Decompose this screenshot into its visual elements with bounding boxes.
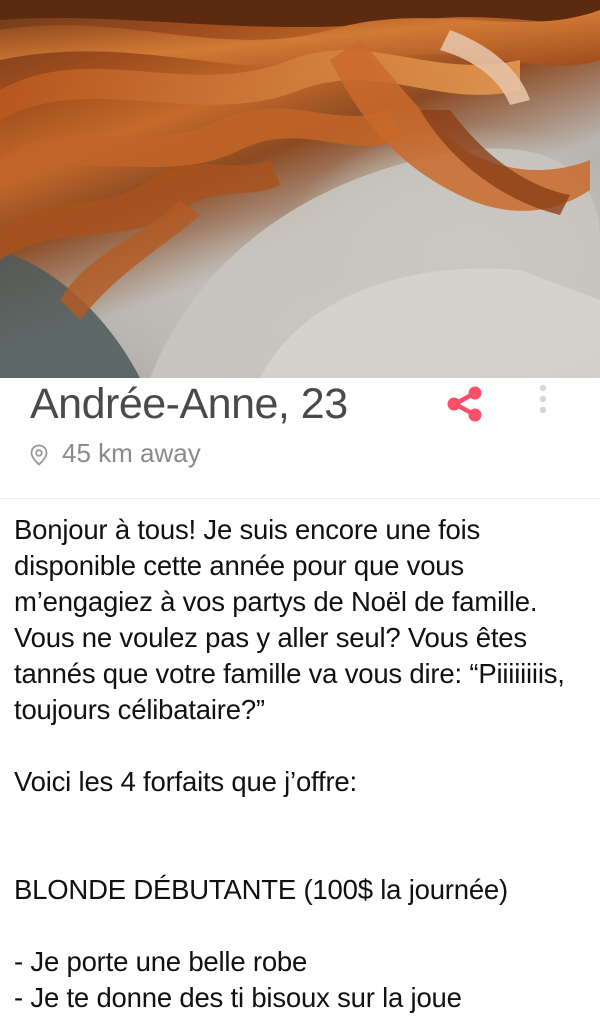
profile-name-age: Andrée-Anne, 23 — [30, 380, 348, 428]
share-icon[interactable] — [444, 384, 486, 424]
divider — [0, 498, 600, 499]
more-vertical-icon[interactable] — [536, 384, 550, 424]
profile-photo[interactable] — [0, 0, 600, 378]
distance-label: 45 km away — [62, 438, 201, 468]
location-pin-icon — [30, 444, 48, 466]
profile-bio: Bonjour à tous! Je suis encore une fois … — [14, 514, 565, 1013]
hair-artwork — [0, 0, 600, 378]
